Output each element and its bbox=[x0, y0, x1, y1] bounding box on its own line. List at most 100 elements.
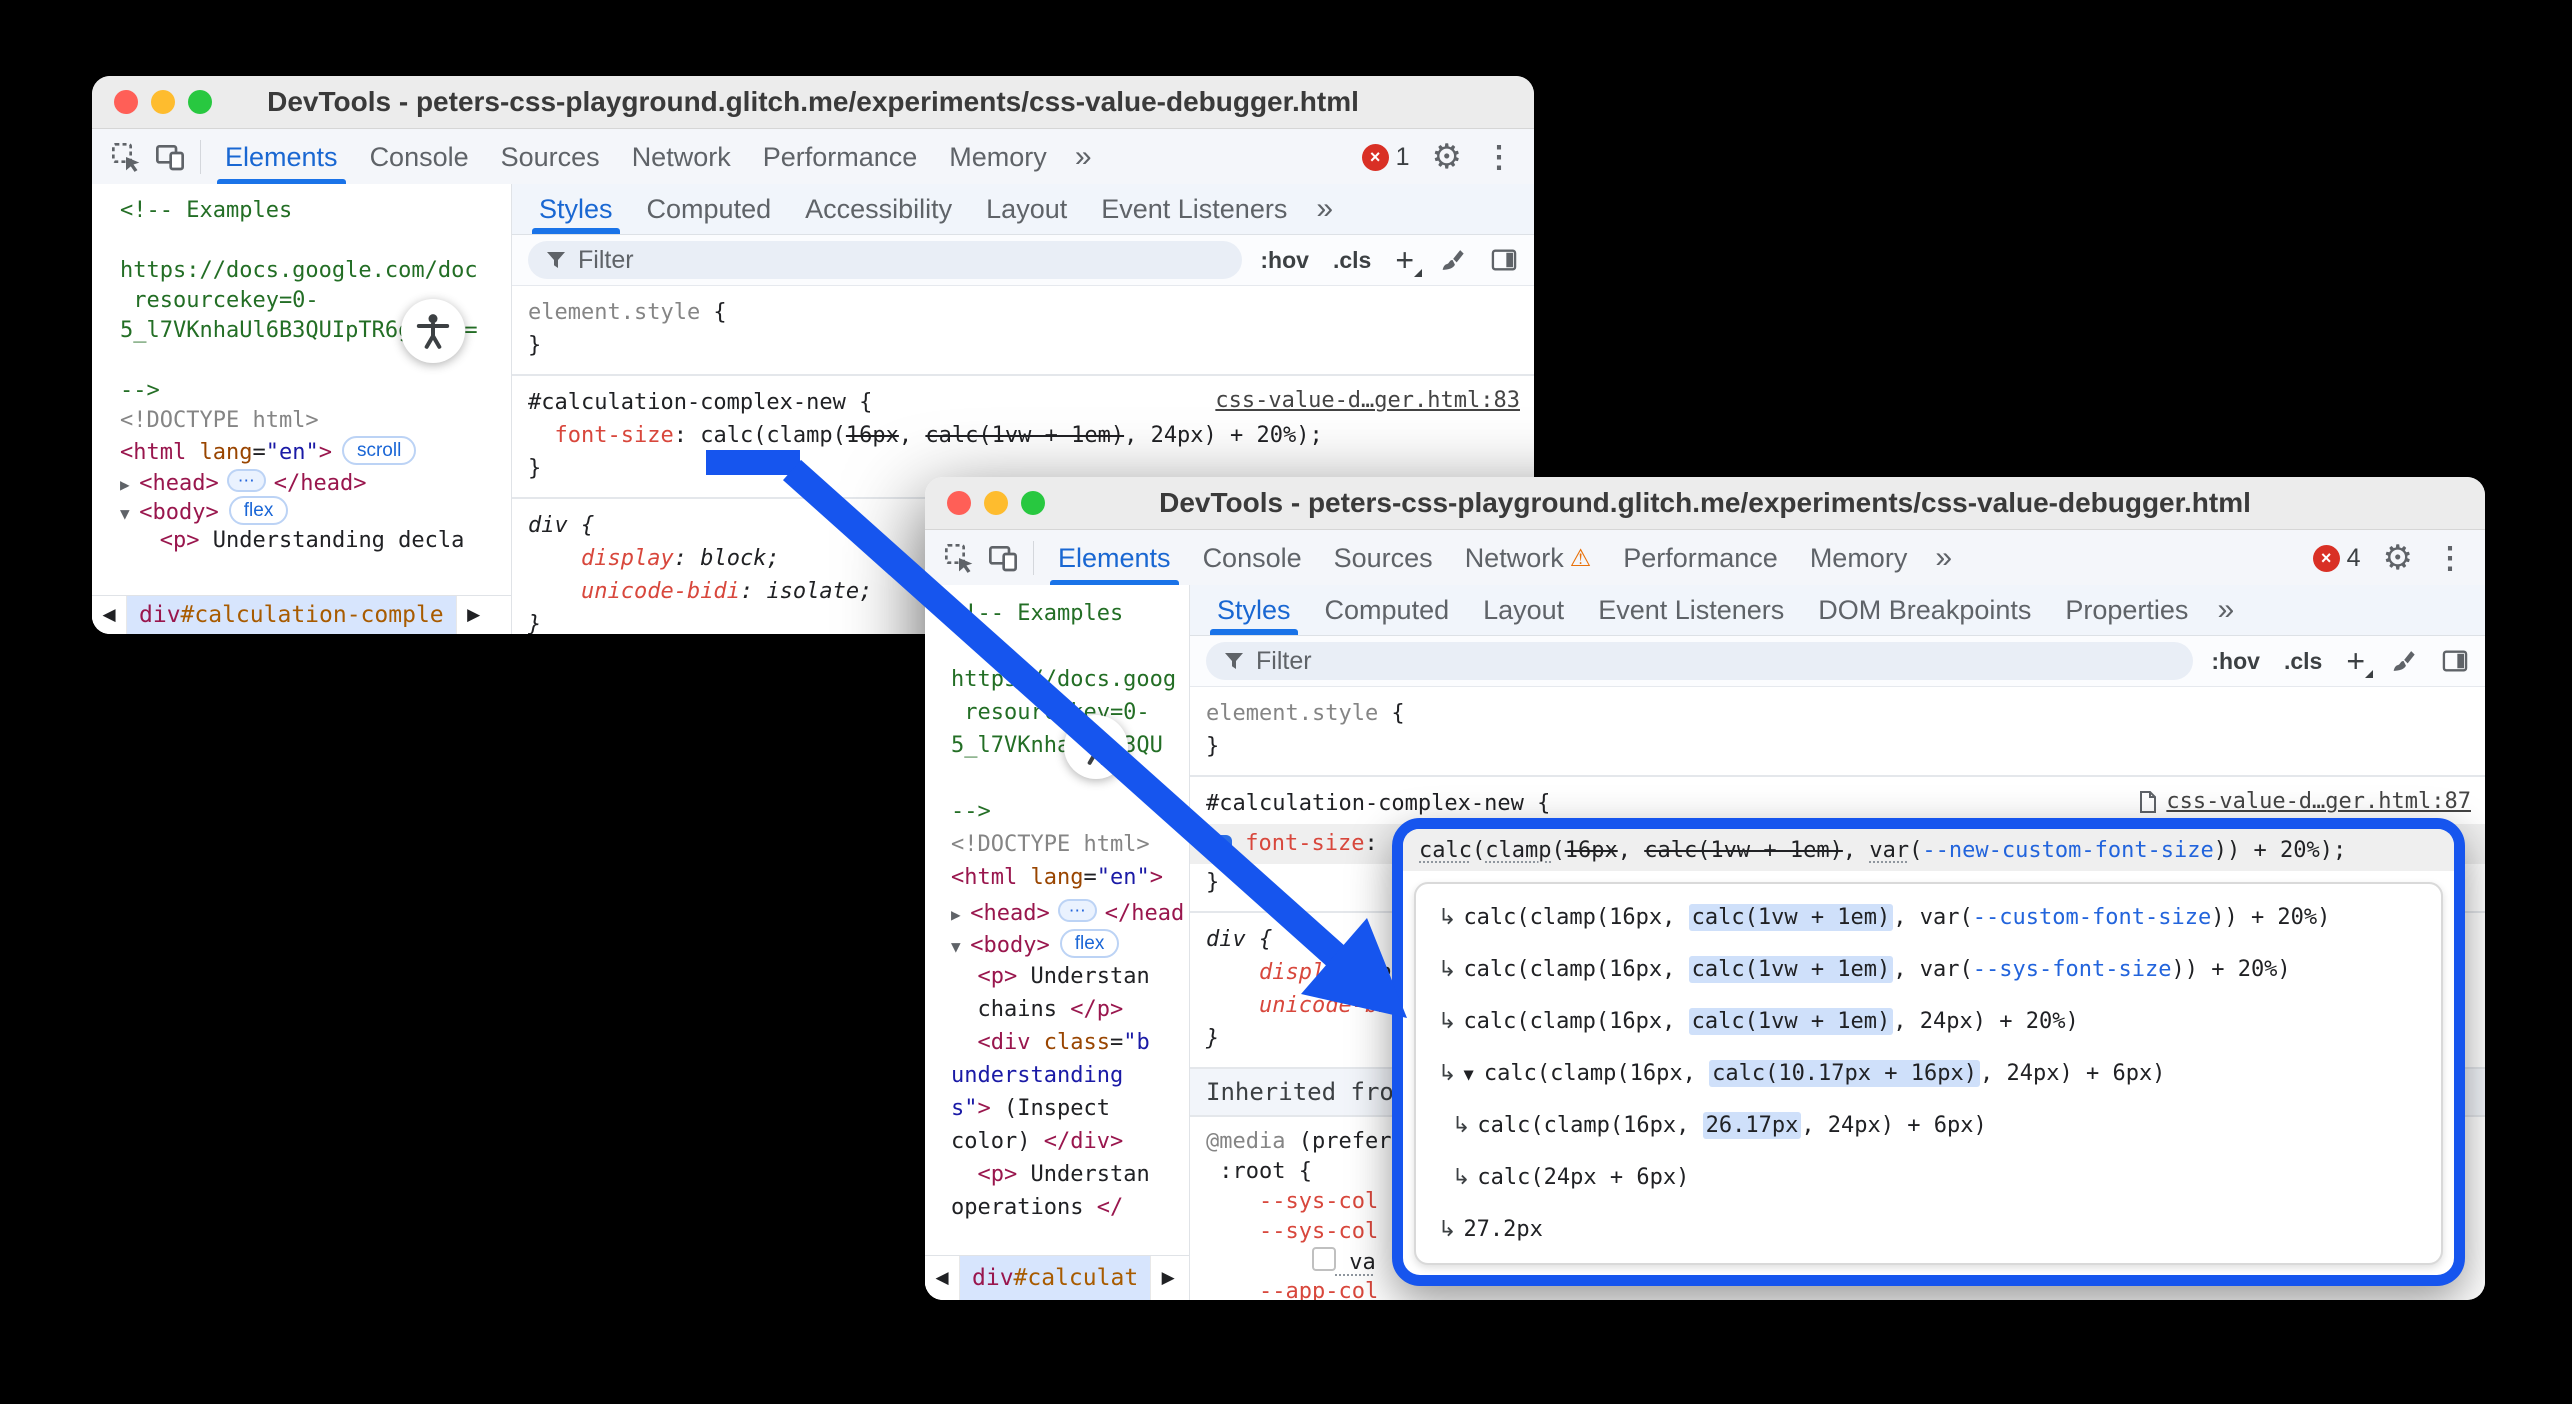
new-style-rule-button[interactable]: + bbox=[1395, 242, 1414, 279]
dom-node[interactable]: <!DOCTYPE html> bbox=[120, 406, 511, 436]
dom-node[interactable]: ▶ <head>⋯</head bbox=[951, 894, 1189, 927]
toggle-hov-button[interactable]: :hov bbox=[1260, 247, 1309, 274]
toggle-cls-button[interactable]: .cls bbox=[1333, 247, 1371, 274]
device-toolbar-icon[interactable] bbox=[148, 135, 192, 179]
new-style-rule-button[interactable]: + bbox=[2346, 643, 2365, 680]
subtab-styles[interactable]: Styles bbox=[1200, 585, 1308, 635]
code-line[interactable]: font-size: calc(clamp(16px, calc(1vw + 1… bbox=[528, 419, 1534, 452]
dom-node[interactable]: <html lang="en">scroll bbox=[120, 436, 511, 466]
dom-node[interactable]: ▼ <body>flex bbox=[951, 927, 1189, 960]
dom-node[interactable] bbox=[951, 630, 1189, 663]
accessibility-person-icon[interactable] bbox=[401, 299, 465, 363]
filter-input[interactable]: Filter bbox=[528, 241, 1242, 279]
inspect-icon[interactable] bbox=[104, 135, 148, 179]
toggle-cls-button[interactable]: .cls bbox=[2284, 648, 2322, 675]
more-tabs-icon[interactable]: » bbox=[1063, 129, 1104, 185]
close-button[interactable] bbox=[114, 90, 138, 114]
code-line[interactable]: element.style { bbox=[1206, 697, 2485, 730]
breadcrumb-left-arrow[interactable]: ◀ bbox=[92, 596, 127, 634]
dom-node[interactable]: ▼ <body>flex bbox=[120, 496, 511, 526]
tab-console[interactable]: Console bbox=[1187, 530, 1318, 586]
dom-node[interactable]: https://docs.google.com/doc bbox=[120, 256, 511, 286]
font-size-value[interactable]: calc(clamp(16px, calc(1vw + 1em), var(--… bbox=[1403, 829, 2454, 871]
dom-node[interactable] bbox=[120, 226, 511, 256]
dom-node[interactable]: <!DOCTYPE html> bbox=[951, 828, 1189, 861]
rendering-brush-icon[interactable] bbox=[2389, 647, 2417, 675]
dom-node[interactable]: <p> Understanding decla bbox=[120, 526, 511, 556]
dom-node[interactable]: <!-- Examples bbox=[120, 196, 511, 226]
dom-node[interactable]: <p> Understan bbox=[951, 1158, 1189, 1191]
subtab-dom-breakpoints[interactable]: DOM Breakpoints bbox=[1801, 585, 2048, 635]
minimize-button[interactable] bbox=[151, 90, 175, 114]
device-toolbar-icon[interactable] bbox=[981, 536, 1025, 580]
dom-node[interactable]: --> bbox=[120, 376, 511, 406]
filter-input[interactable]: Filter bbox=[1206, 642, 2193, 680]
subtab-layout[interactable]: Layout bbox=[1466, 585, 1581, 635]
close-button[interactable] bbox=[947, 491, 971, 515]
breadcrumb-left-arrow[interactable]: ◀ bbox=[925, 1256, 960, 1300]
subtab-event-listeners[interactable]: Event Listeners bbox=[1084, 184, 1304, 234]
trace-row[interactable]: ↳ calc(clamp(16px, calc(1vw + 1em), 24px… bbox=[1438, 996, 2441, 1048]
dom-node[interactable]: <!-- Examples bbox=[951, 597, 1189, 630]
dom-node[interactable]: <html lang="en"> bbox=[951, 861, 1189, 894]
breadcrumb-right-arrow[interactable]: ▶ bbox=[1150, 1256, 1185, 1300]
trace-row[interactable]: ↳ ▼ calc(clamp(16px, calc(10.17px + 16px… bbox=[1438, 1048, 2441, 1100]
accessibility-person-icon[interactable] bbox=[1064, 715, 1128, 779]
code-line[interactable]: } bbox=[528, 329, 1534, 362]
tab-elements[interactable]: Elements bbox=[209, 129, 354, 185]
tab-elements[interactable]: Elements bbox=[1042, 530, 1187, 586]
tab-memory[interactable]: Memory bbox=[933, 129, 1063, 185]
rendering-brush-icon[interactable] bbox=[1438, 246, 1466, 274]
subtab-accessibility[interactable]: Accessibility bbox=[788, 184, 969, 234]
subtab-computed[interactable]: Computed bbox=[1308, 585, 1467, 635]
trace-row[interactable]: ↳ 27.2px bbox=[1438, 1204, 2441, 1256]
tab-sources[interactable]: Sources bbox=[1318, 530, 1449, 586]
zoom-button[interactable] bbox=[188, 90, 212, 114]
breadcrumb-selected[interactable]: div#calculat bbox=[960, 1256, 1150, 1300]
trace-row[interactable]: ↳ calc(clamp(16px, calc(1vw + 1em), var(… bbox=[1438, 892, 2441, 944]
subtab-event-listeners[interactable]: Event Listeners bbox=[1581, 585, 1801, 635]
dom-node[interactable]: chains </p> bbox=[951, 993, 1189, 1026]
kebab-menu-icon[interactable]: ⋮ bbox=[2435, 541, 2465, 576]
dom-node[interactable]: resourcekey=0- bbox=[951, 696, 1189, 729]
breadcrumb-selected[interactable]: div#calculation-comple bbox=[127, 596, 456, 634]
source-link[interactable]: css-value-d…ger.html:87 bbox=[2138, 789, 2471, 814]
tab-performance[interactable]: Performance bbox=[1607, 530, 1794, 586]
subtab-properties[interactable]: Properties bbox=[2048, 585, 2205, 635]
more-subtabs-icon[interactable]: » bbox=[2205, 585, 2246, 635]
dom-node[interactable]: --> bbox=[951, 795, 1189, 828]
dom-node[interactable]: https://docs.goog bbox=[951, 663, 1189, 696]
more-subtabs-icon[interactable]: » bbox=[1304, 184, 1345, 234]
source-link[interactable]: css-value-d…ger.html:83 bbox=[1215, 388, 1520, 413]
code-line[interactable]: element.style { bbox=[528, 296, 1534, 329]
trace-row[interactable]: ↳ calc(24px + 6px) bbox=[1438, 1152, 2441, 1204]
inspect-icon[interactable] bbox=[937, 536, 981, 580]
tab-memory[interactable]: Memory bbox=[1794, 530, 1924, 586]
error-badge[interactable]: × 4 bbox=[2313, 544, 2361, 573]
dom-node[interactable]: ▶ <head>⋯</head> bbox=[120, 466, 511, 496]
dom-node[interactable]: color) </div> bbox=[951, 1125, 1189, 1158]
minimize-button[interactable] bbox=[984, 491, 1008, 515]
dom-node[interactable]: s"> (Inspect bbox=[951, 1092, 1189, 1125]
settings-gear-icon[interactable]: ⚙ bbox=[2383, 538, 2413, 578]
toggle-hov-button[interactable]: :hov bbox=[2211, 648, 2260, 675]
subtab-styles[interactable]: Styles bbox=[522, 184, 630, 234]
tab-performance[interactable]: Performance bbox=[747, 129, 934, 185]
kebab-menu-icon[interactable]: ⋮ bbox=[1484, 140, 1514, 175]
settings-gear-icon[interactable]: ⚙ bbox=[1432, 137, 1462, 177]
dock-side-icon[interactable] bbox=[1490, 246, 1518, 274]
code-line[interactable]: } bbox=[1206, 730, 2485, 763]
tab-network[interactable]: Network⚠ bbox=[1449, 530, 1608, 586]
dom-node[interactable]: <p> Understan bbox=[951, 960, 1189, 993]
subtab-computed[interactable]: Computed bbox=[630, 184, 789, 234]
dom-node[interactable]: understanding bbox=[951, 1059, 1189, 1092]
tab-console[interactable]: Console bbox=[354, 129, 485, 185]
zoom-button[interactable] bbox=[1021, 491, 1045, 515]
dom-node[interactable]: <div class="b bbox=[951, 1026, 1189, 1059]
tab-sources[interactable]: Sources bbox=[485, 129, 616, 185]
dom-node[interactable]: operations </ bbox=[951, 1191, 1189, 1224]
error-badge[interactable]: × 1 bbox=[1362, 143, 1410, 172]
trace-row[interactable]: ↳ calc(clamp(16px, calc(1vw + 1em), var(… bbox=[1438, 944, 2441, 996]
subtab-layout[interactable]: Layout bbox=[969, 184, 1084, 234]
more-tabs-icon[interactable]: » bbox=[1923, 530, 1964, 586]
